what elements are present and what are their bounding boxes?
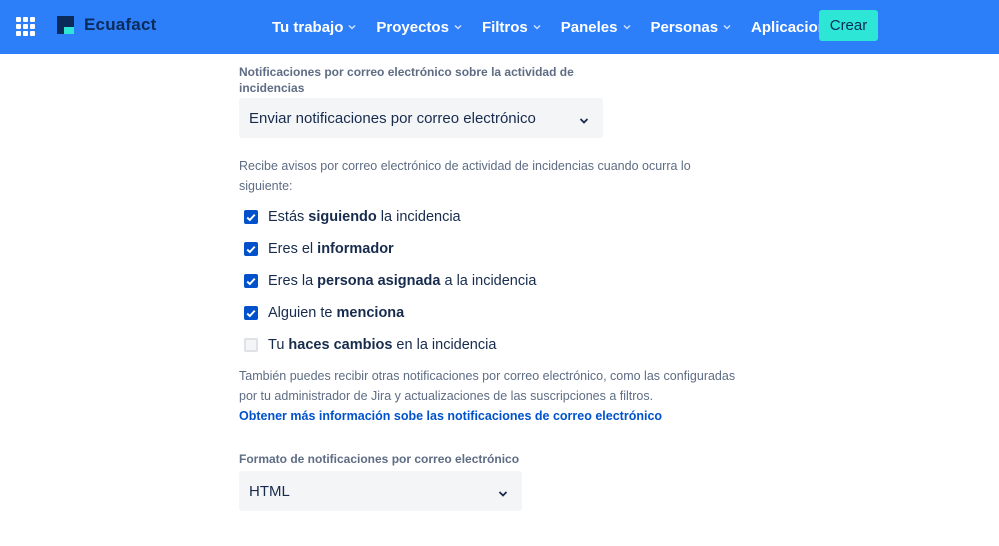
email-activity-select[interactable]: Enviar notificaciones por correo electró…: [239, 98, 603, 138]
brand-name: Ecuafact: [84, 15, 157, 34]
nav-personas[interactable]: Personas: [641, 11, 742, 43]
nav-tu-trabajo[interactable]: Tu trabajo: [262, 11, 366, 43]
checkbox-label: Eres la persona asignada a la incidencia: [268, 273, 537, 289]
nav-label: Personas: [650, 18, 719, 36]
checkbox-label: Tu haces cambios en la incidencia: [268, 337, 497, 353]
checkbox-row-mention[interactable]: Alguien te menciona: [239, 297, 759, 329]
ecuafact-logo-icon: [57, 16, 74, 34]
chevron-down-icon: [348, 23, 356, 31]
checkbox-row-assignee[interactable]: Eres la persona asignada a la incidencia: [239, 265, 759, 297]
format-selected-value: HTML: [249, 482, 290, 500]
receive-text-line1: Recibe avisos por correo electrónico de …: [239, 159, 691, 173]
checkbox-unchecked-icon[interactable]: [244, 338, 258, 352]
chevron-down-icon: [579, 113, 589, 124]
format-label: Formato de notificaciones por correo ele…: [239, 452, 520, 466]
chevron-down-icon: [622, 23, 631, 31]
nav-label: Proyectos: [376, 18, 449, 36]
top-navigation-bar: Ecuafact Tu trabajo Proyectos Filtros Pa…: [0, 0, 999, 54]
nav-label: Paneles: [560, 18, 618, 36]
nav-label: Tu trabajo: [272, 18, 344, 36]
receive-help-text: Recibe avisos por correo electrónico de …: [239, 156, 759, 196]
also-text-line1: También puedes recibir otras notificacio…: [239, 369, 736, 383]
checkbox-row-own-changes[interactable]: Tu haces cambios en la incidencia: [239, 329, 759, 361]
checkbox-checked-icon[interactable]: [244, 274, 258, 288]
checkbox-checked-icon[interactable]: [244, 306, 258, 320]
main-nav: Tu trabajo Proyectos Filtros Paneles Per…: [262, 0, 867, 54]
chevron-down-icon: [498, 486, 508, 497]
nav-label: Filtros: [481, 18, 528, 36]
checkbox-label: Alguien te menciona: [268, 305, 405, 321]
also-help-text: También puedes recibir otras notificacio…: [239, 366, 759, 406]
nav-paneles[interactable]: Paneles: [551, 11, 641, 43]
also-text-line2: por tu administrador de Jira y actualiza…: [239, 389, 654, 403]
checkbox-checked-icon[interactable]: [244, 210, 258, 224]
notification-checkbox-list: Estás siguiendo la incidencia Eres el in…: [239, 201, 759, 361]
chevron-down-icon: [533, 23, 541, 31]
nav-filtros[interactable]: Filtros: [472, 11, 551, 43]
email-activity-label-line2: incidencias: [239, 81, 305, 95]
checkbox-checked-icon[interactable]: [244, 242, 258, 256]
checkbox-row-following[interactable]: Estás siguiendo la incidencia: [239, 201, 759, 233]
nav-proyectos[interactable]: Proyectos: [366, 11, 472, 43]
checkbox-row-reporter[interactable]: Eres el informador: [239, 233, 759, 265]
chevron-down-icon: [723, 23, 731, 31]
grid-icon[interactable]: [16, 17, 35, 36]
learn-more-link[interactable]: Obtener más información sobe las notific…: [239, 406, 662, 426]
format-select[interactable]: HTML: [239, 471, 522, 511]
create-button[interactable]: Crear: [819, 10, 878, 41]
email-activity-label: Notificaciones por correo electrónico so…: [239, 64, 599, 96]
checkbox-label: Estás siguiendo la incidencia: [268, 209, 461, 225]
email-activity-selected-value: Enviar notificaciones por correo electró…: [249, 109, 536, 127]
checkbox-label: Eres el informador: [268, 241, 394, 257]
receive-text-line2: siguiente:: [239, 179, 293, 193]
brand-logo-link[interactable]: Ecuafact: [57, 15, 156, 35]
email-activity-label-line1: Notificaciones por correo electrónico so…: [239, 65, 574, 79]
chevron-down-icon: [454, 23, 462, 31]
